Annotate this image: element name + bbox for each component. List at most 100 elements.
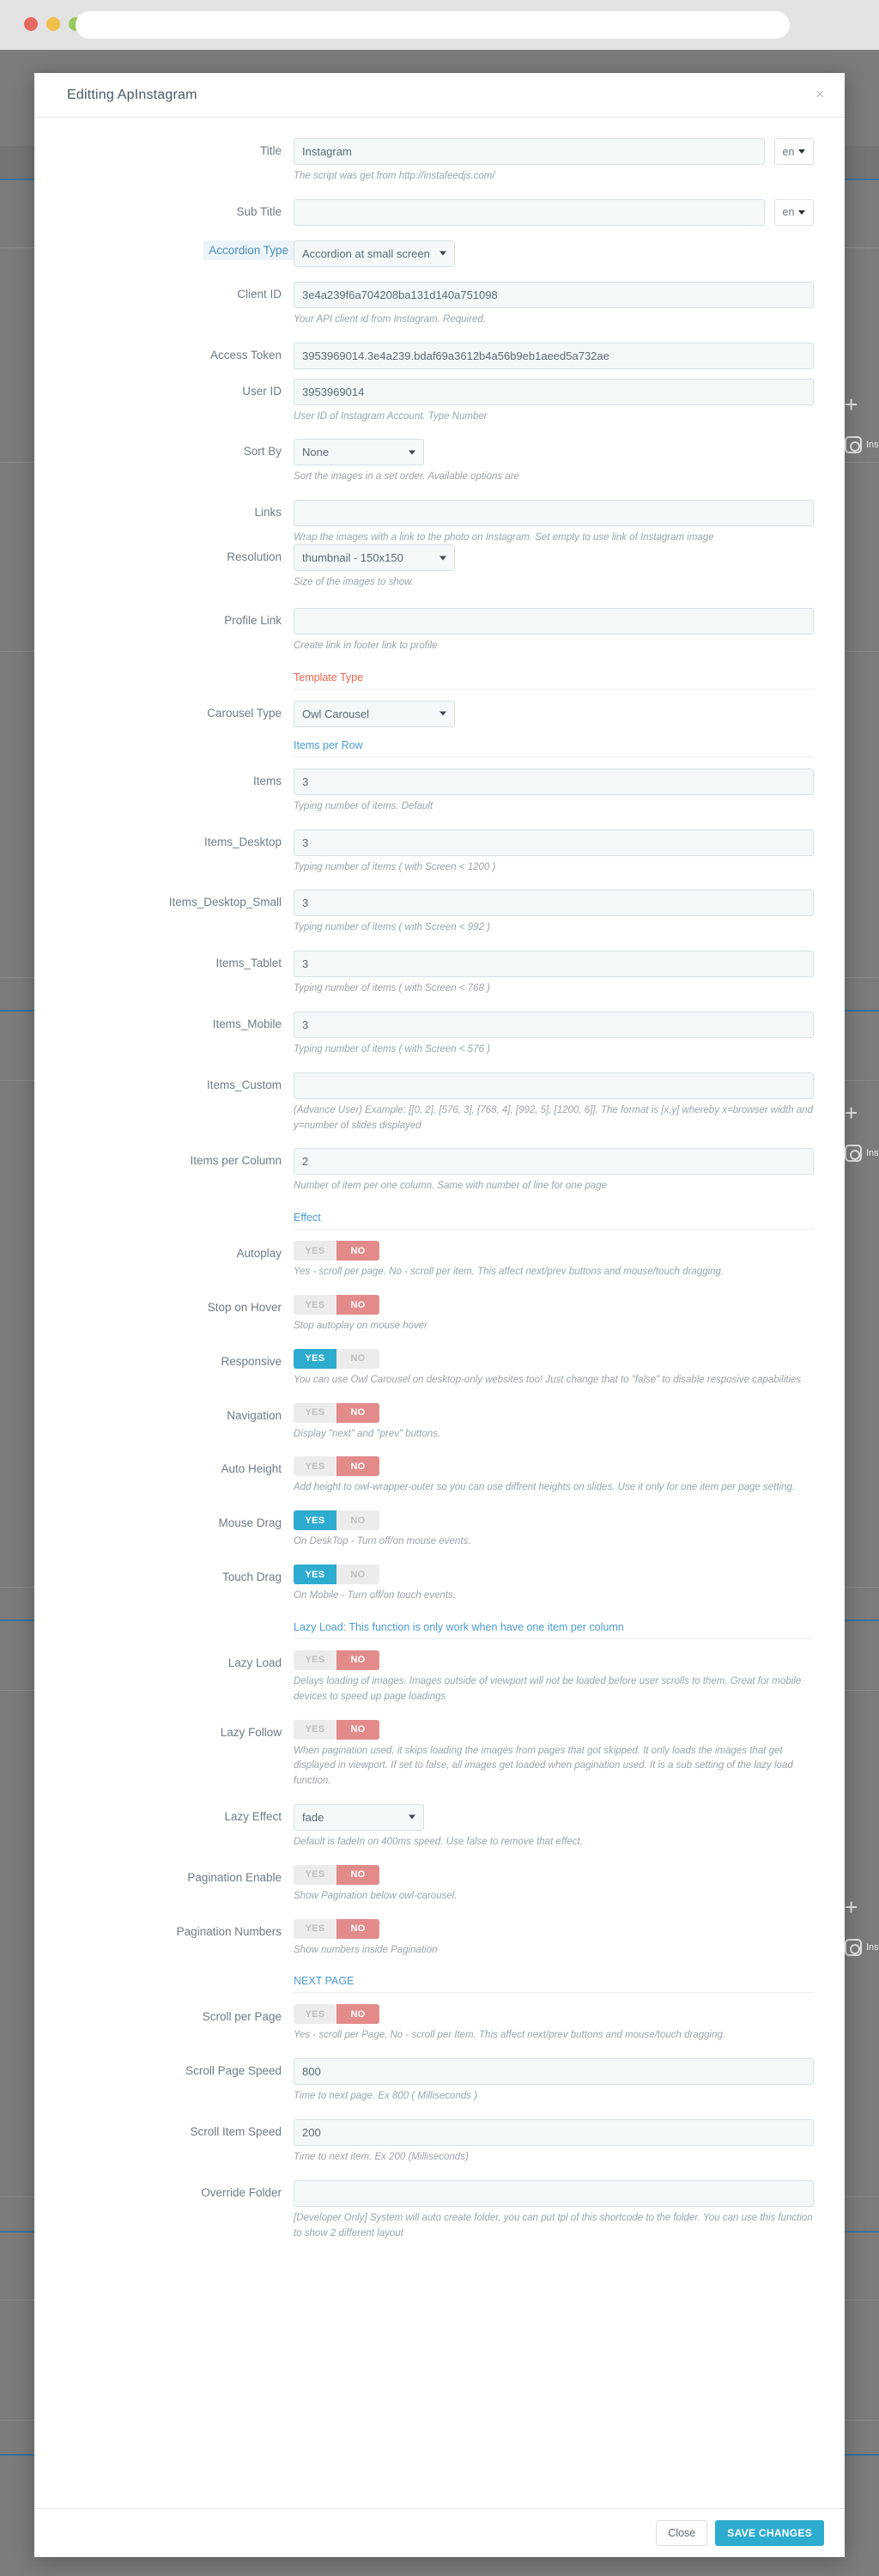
field-help-items-mobile: Typing number of items ( with Screen < 5…	[294, 1043, 490, 1054]
field-label-override-folder: Override Folder	[201, 2185, 282, 2199]
auto-height-yes-option[interactable]: YES	[294, 1456, 336, 1477]
field-override-folder: Override Folder [Developer Only] System …	[34, 2179, 845, 2242]
pagination-numbers-no-option[interactable]: NO	[336, 1918, 379, 1939]
lazy-effect-select[interactable]: fade	[294, 1803, 424, 1831]
field-pagination-enable: Pagination Enable YES NO Show Pagination…	[34, 1864, 845, 1905]
scroll-page-speed-input[interactable]	[294, 2058, 814, 2086]
close-window-button[interactable]	[24, 17, 38, 31]
items-per-column-input[interactable]	[294, 1148, 814, 1176]
window-traffic-lights	[24, 17, 82, 31]
save-changes-button[interactable]: SAVE CHANGES	[715, 2520, 824, 2546]
responsive-no-option[interactable]: NO	[336, 1348, 379, 1369]
scroll-per-page-no-option[interactable]: NO	[336, 2004, 379, 2025]
client-id-input[interactable]	[294, 281, 814, 308]
items-tablet-input[interactable]	[294, 951, 814, 978]
scroll-per-page-toggle[interactable]: YES NO	[294, 2004, 379, 2025]
items-mobile-input[interactable]	[294, 1011, 814, 1038]
scroll-per-page-yes-option[interactable]: YES	[294, 2004, 336, 2025]
pagination-enable-toggle[interactable]: YES NO	[294, 1864, 379, 1885]
field-help-lazy-load: Delays loading of images. Images outside…	[294, 1675, 802, 1702]
field-scroll-item-speed: Scroll Item Speed Time to next item. Ex …	[34, 2119, 845, 2166]
accordion-type-value: Accordion at small screen	[302, 246, 430, 260]
field-label-items-tablet: Items_Tablet	[215, 957, 282, 970]
scroll-item-speed-input[interactable]	[294, 2119, 814, 2146]
touch-drag-no-option[interactable]: NO	[336, 1564, 379, 1585]
navigation-yes-option[interactable]: YES	[294, 1402, 336, 1423]
field-label-auto-height: Auto Height	[221, 1462, 282, 1476]
field-client-id: Client ID Your API client id from Instag…	[34, 281, 845, 328]
field-help-pagination-enable: Show Pagination below owl-carousel.	[294, 1890, 458, 1901]
items-custom-input[interactable]	[294, 1072, 814, 1099]
field-help-items-custom: (Advance User) Example: [[0, 2], [576, 3…	[294, 1104, 814, 1131]
sub-title-input[interactable]	[294, 198, 765, 226]
lazy-follow-toggle[interactable]: YES NO	[294, 1719, 379, 1740]
title-input[interactable]	[294, 138, 765, 165]
stop-on-hover-yes-option[interactable]: YES	[294, 1295, 336, 1315]
access-token-input[interactable]	[294, 342, 814, 369]
field-label-items-per-column: Items per Column	[190, 1154, 282, 1168]
stop-on-hover-toggle[interactable]: YES NO	[294, 1295, 379, 1315]
field-items-per-column: Items per Column Number of item per one …	[34, 1148, 845, 1194]
lazy-load-no-option[interactable]: NO	[336, 1649, 379, 1670]
minimize-window-button[interactable]	[46, 17, 60, 31]
field-items-custom: Items_Custom (Advance User) Example: [[0…	[34, 1072, 845, 1134]
sub-title-language-button[interactable]: en	[774, 198, 814, 226]
field-mouse-drag: Mouse Drag YES NO On DeskTop - Turn off/…	[34, 1510, 845, 1550]
field-label-mouse-drag: Mouse Drag	[218, 1516, 282, 1530]
pagination-numbers-yes-option[interactable]: YES	[294, 1918, 336, 1939]
backdrop-widget-add-icon-2: +	[845, 1102, 858, 1125]
items-input[interactable]	[294, 768, 814, 795]
mouse-drag-toggle[interactable]: YES NO	[294, 1510, 379, 1531]
autoplay-yes-option[interactable]: YES	[294, 1241, 336, 1261]
resolution-select[interactable]: thumbnail - 150x150	[294, 544, 455, 572]
stop-on-hover-no-option[interactable]: NO	[336, 1295, 379, 1315]
items-desktop-input[interactable]	[294, 829, 814, 856]
close-icon[interactable]: ×	[815, 87, 824, 101]
override-folder-input[interactable]	[294, 2179, 814, 2207]
instagram-icon	[845, 436, 862, 453]
field-scroll-page-speed: Scroll Page Speed Time to next page. Ex …	[34, 2058, 845, 2105]
address-bar[interactable]	[76, 11, 790, 39]
pagination-numbers-toggle[interactable]: YES NO	[294, 1918, 379, 1939]
responsive-yes-option[interactable]: YES	[294, 1348, 336, 1369]
field-help-items-tablet: Typing number of items ( with Screen < 7…	[294, 983, 490, 994]
autoplay-no-option[interactable]: NO	[336, 1241, 379, 1261]
touch-drag-toggle[interactable]: YES NO	[294, 1564, 379, 1585]
field-label-responsive: Responsive	[221, 1354, 282, 1368]
items-desktop-small-input[interactable]	[294, 890, 814, 917]
auto-height-toggle[interactable]: YES NO	[294, 1456, 379, 1477]
field-label-scroll-page-speed: Scroll Page Speed	[185, 2064, 282, 2078]
modal-header: Editting ApInstagram ×	[34, 73, 845, 118]
title-language-button[interactable]: en	[774, 138, 814, 165]
links-input[interactable]	[294, 500, 814, 527]
navigation-toggle[interactable]: YES NO	[294, 1402, 379, 1423]
accordion-type-select[interactable]: Accordion at small screen	[294, 240, 455, 267]
navigation-no-option[interactable]: NO	[336, 1402, 379, 1423]
chevron-down-icon	[440, 711, 446, 716]
lazy-follow-no-option[interactable]: NO	[336, 1719, 379, 1740]
autoplay-toggle[interactable]: YES NO	[294, 1241, 379, 1261]
carousel-type-select[interactable]: Owl Carousel	[294, 700, 455, 727]
field-help-items-desktop: Typing number of items ( with Screen < 1…	[294, 861, 496, 872]
lazy-load-toggle[interactable]: YES NO	[294, 1649, 379, 1670]
sort-by-select[interactable]: None	[294, 439, 424, 466]
field-help-scroll-page-speed: Time to next page. Ex 800 ( Milliseconds…	[294, 2091, 478, 2102]
responsive-toggle[interactable]: YES NO	[294, 1348, 379, 1369]
mouse-drag-no-option[interactable]: NO	[336, 1510, 379, 1531]
pagination-enable-yes-option[interactable]: YES	[294, 1864, 336, 1885]
user-id-input[interactable]	[294, 378, 814, 405]
close-button[interactable]: Close	[656, 2520, 708, 2546]
lazy-load-yes-option[interactable]: YES	[294, 1649, 336, 1670]
field-help-navigation: Display "next" and "prev" buttons.	[294, 1428, 441, 1439]
mouse-drag-yes-option[interactable]: YES	[294, 1510, 336, 1531]
field-help-resolution: Size of the images to show.	[294, 577, 414, 588]
field-label-pagination-numbers: Pagination Numbers	[176, 1924, 282, 1938]
field-help-title: The script was get from http://instafeed…	[294, 171, 495, 181]
profile-link-input[interactable]	[294, 607, 814, 635]
touch-drag-yes-option[interactable]: YES	[294, 1564, 336, 1585]
field-lazy-follow: Lazy Follow YES NO When pagination used,…	[34, 1719, 845, 1789]
auto-height-no-option[interactable]: NO	[336, 1456, 379, 1477]
field-sub-title: Sub Title en	[34, 198, 845, 226]
pagination-enable-no-option[interactable]: NO	[336, 1864, 379, 1885]
lazy-follow-yes-option[interactable]: YES	[294, 1719, 336, 1740]
